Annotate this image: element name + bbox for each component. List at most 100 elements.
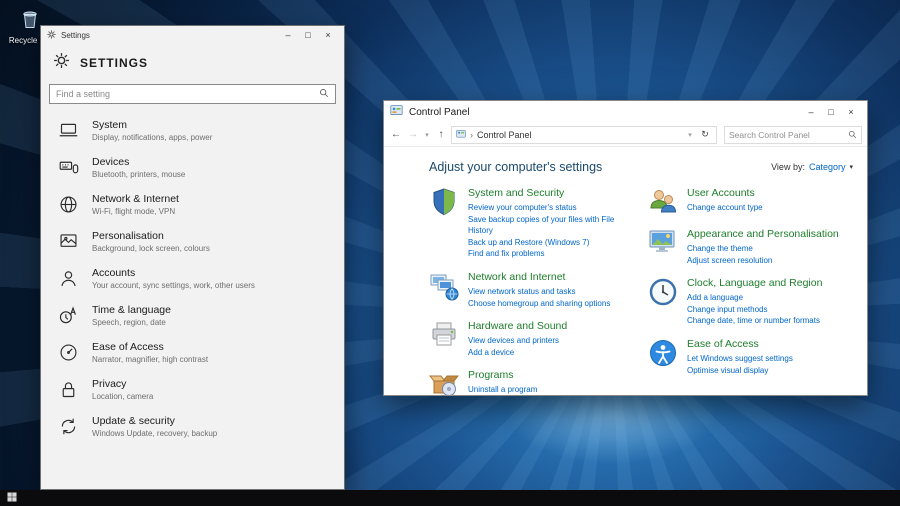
settings-item-time-language[interactable]: Time & language Speech, region, date [41,297,344,334]
forward-button[interactable]: → [406,129,420,140]
start-button[interactable] [0,490,24,506]
breadcrumb-location-icon [456,129,466,141]
category-link[interactable]: Save backup copies of your files with Fi… [468,214,634,237]
settings-item-subtitle: Windows Update, recovery, backup [92,429,217,438]
accessibility-icon[interactable] [648,338,678,368]
settings-item-update-security[interactable]: Update & security Windows Update, recove… [41,408,344,445]
settings-window: Settings – □ × SETTINGS S [40,25,345,490]
breadcrumb-dropdown-icon[interactable]: ▾ [686,131,694,139]
security-shield-icon[interactable] [429,187,459,217]
category-link[interactable]: Change input methods [687,304,822,316]
settings-item-personalisation[interactable]: Personalisation Background, lock screen,… [41,223,344,260]
category-link[interactable]: Find and fix problems [468,248,634,260]
ease-of-access-icon [58,342,79,363]
category-user-accounts: User Accounts Change account type [648,187,853,217]
category-link[interactable]: Adjust screen resolution [687,255,839,267]
control-panel-content: Adjust your computer's settings View by:… [384,147,867,395]
category-title[interactable]: Programs [468,369,537,381]
software-box-icon[interactable] [429,369,459,395]
settings-item-title: Devices [92,156,185,168]
category-title[interactable]: User Accounts [687,187,763,199]
category-hardware-and-sound: Hardware and Sound View devices and prin… [429,320,634,358]
category-appearance-personalisation: Appearance and Personalisation Change th… [648,228,853,266]
category-title[interactable]: Appearance and Personalisation [687,228,839,240]
category-link[interactable]: Optimise visual display [687,365,793,377]
history-dropdown-icon[interactable]: ▾ [423,131,431,139]
maximize-button[interactable]: □ [298,28,318,42]
settings-item-title: Update & security [92,415,217,427]
category-link[interactable]: Change account type [687,202,763,214]
settings-item-subtitle: Display, notifications, apps, power [92,133,212,142]
category-link[interactable]: Add a language [687,292,822,304]
user-accounts-icon[interactable] [648,187,678,217]
category-title[interactable]: Network and Internet [468,271,610,283]
view-by-control: View by: Category ▾ [771,162,853,172]
view-by-dropdown[interactable]: Category [809,162,846,172]
close-button[interactable]: × [841,105,861,119]
taskbar [0,490,900,506]
category-title[interactable]: Clock, Language and Region [687,277,822,289]
up-button[interactable]: ↑ [434,129,448,140]
category-link[interactable]: Choose homegroup and sharing options [468,298,610,310]
settings-item-devices[interactable]: Devices Bluetooth, printers, mouse [41,149,344,186]
breadcrumb-chevron-icon: › [470,130,473,140]
category-link[interactable]: Back up and Restore (Windows 7) [468,237,634,249]
control-panel-titlebar[interactable]: Control Panel – □ × [384,101,867,123]
settings-item-list: System Display, notifications, apps, pow… [41,112,344,445]
control-panel-left-column: System and Security Review your computer… [429,187,634,395]
view-by-label: View by: [771,162,805,172]
person-icon [58,268,79,289]
clock-icon[interactable] [648,277,678,307]
settings-item-ease-of-access[interactable]: Ease of Access Narrator, magnifier, high… [41,334,344,371]
refresh-button[interactable]: ↻ [698,129,712,140]
view-by-caret-icon[interactable]: ▾ [849,163,853,171]
minimize-button[interactable]: – [801,105,821,119]
category-title[interactable]: Ease of Access [687,338,793,350]
settings-item-subtitle: Narrator, magnifier, high contrast [92,355,208,364]
category-network-and-internet: Network and Internet View network status… [429,271,634,309]
category-link[interactable]: Change the theme [687,243,839,255]
category-link[interactable]: Add a device [468,347,567,359]
settings-item-privacy[interactable]: Privacy Location, camera [41,371,344,408]
category-link[interactable]: View network status and tasks [468,286,610,298]
breadcrumb-item[interactable]: Control Panel [477,130,532,140]
breadcrumb[interactable]: › Control Panel ▾ ↻ [451,126,717,144]
display-theme-icon[interactable] [648,228,678,258]
category-link[interactable]: Review your computer's status [468,202,634,214]
control-panel-app-icon [390,104,403,120]
printer-icon[interactable] [429,320,459,350]
settings-item-system[interactable]: System Display, notifications, apps, pow… [41,112,344,149]
settings-item-accounts[interactable]: Accounts Your account, sync settings, wo… [41,260,344,297]
settings-window-title: Settings [61,31,90,40]
category-system-and-security: System and Security Review your computer… [429,187,634,260]
control-panel-window-title: Control Panel [409,107,470,118]
maximize-button[interactable]: □ [821,105,841,119]
control-panel-search-box[interactable] [724,126,862,144]
category-link[interactable]: Change date, time or number formats [687,315,822,327]
category-title[interactable]: Hardware and Sound [468,320,567,332]
settings-search-box[interactable] [49,84,336,104]
control-panel-window: Control Panel – □ × ← → ▾ ↑ › Control Pa… [383,100,868,396]
devices-icon [58,157,79,178]
minimize-button[interactable]: – [278,28,298,42]
category-link[interactable]: Let Windows suggest settings [687,353,793,365]
back-button[interactable]: ← [389,129,403,140]
category-link[interactable]: View devices and printers [468,335,567,347]
settings-header: SETTINGS [41,44,344,80]
settings-item-title: Privacy [92,378,153,390]
network-monitors-icon[interactable] [429,271,459,301]
settings-caption-buttons: – □ × [278,28,338,42]
settings-search-input[interactable] [56,89,319,99]
settings-item-network[interactable]: Network & Internet Wi-Fi, flight mode, V… [41,186,344,223]
control-panel-search-input[interactable] [729,130,848,140]
settings-item-title: System [92,119,212,131]
picture-icon [58,231,79,252]
settings-item-title: Personalisation [92,230,210,242]
settings-item-subtitle: Location, camera [92,392,153,401]
control-panel-caption-buttons: – □ × [801,105,861,119]
close-button[interactable]: × [318,28,338,42]
settings-titlebar[interactable]: Settings – □ × [41,26,344,44]
category-link[interactable]: Uninstall a program [468,384,537,395]
category-title[interactable]: System and Security [468,187,634,199]
settings-item-title: Network & Internet [92,193,179,205]
